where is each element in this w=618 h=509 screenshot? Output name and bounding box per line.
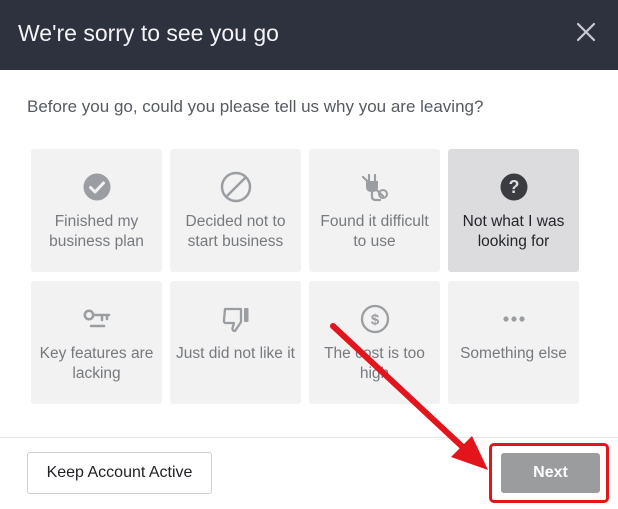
- dialog-header: We're sorry to see you go: [0, 0, 618, 70]
- key-icon: [81, 303, 113, 335]
- reason-label: Just did not like it: [176, 345, 295, 362]
- next-button[interactable]: Next: [501, 453, 600, 493]
- keep-account-active-button[interactable]: Keep Account Active: [27, 452, 212, 494]
- svg-text:?: ?: [508, 177, 519, 197]
- reason-label: Finished my business plan: [49, 213, 144, 250]
- question-circle-icon: ?: [498, 171, 530, 203]
- check-circle-icon: [81, 171, 113, 203]
- reason-not-what-looking-for[interactable]: ? Not what I was looking for: [448, 149, 579, 272]
- reason-label: Decided not to start business: [185, 213, 286, 250]
- reason-label: Not what I was looking for: [462, 213, 565, 250]
- no-entry-icon: [220, 171, 252, 203]
- unplugged-icon: [359, 171, 391, 203]
- reason-something-else[interactable]: Something else: [448, 281, 579, 404]
- reason-difficult-to-use[interactable]: Found it difficult to use: [309, 149, 440, 272]
- footer-divider: [0, 437, 618, 438]
- ellipsis-icon: [498, 303, 530, 335]
- reason-label: Key features are lacking: [39, 345, 154, 382]
- reason-cost-too-high[interactable]: $ The cost is too high: [309, 281, 440, 404]
- reason-label: Found it difficult to use: [320, 213, 429, 250]
- reason-key-features-lacking[interactable]: Key features are lacking: [31, 281, 162, 404]
- dialog-title: We're sorry to see you go: [18, 20, 279, 46]
- reason-finished-business-plan[interactable]: Finished my business plan: [31, 149, 162, 272]
- leaving-question: Before you go, could you please tell us …: [27, 97, 484, 116]
- reason-label: Something else: [460, 345, 567, 362]
- reason-grid: Finished my business plan Decided not to…: [31, 149, 581, 404]
- thumbs-down-icon: [220, 303, 252, 335]
- close-button[interactable]: [572, 18, 600, 46]
- svg-text:$: $: [370, 312, 379, 329]
- reason-decided-not-to-start[interactable]: Decided not to start business: [170, 149, 301, 272]
- reason-label: The cost is too high: [324, 345, 425, 382]
- reason-did-not-like-it[interactable]: Just did not like it: [170, 281, 301, 404]
- dollar-circle-icon: $: [359, 303, 391, 335]
- close-icon: [576, 22, 596, 42]
